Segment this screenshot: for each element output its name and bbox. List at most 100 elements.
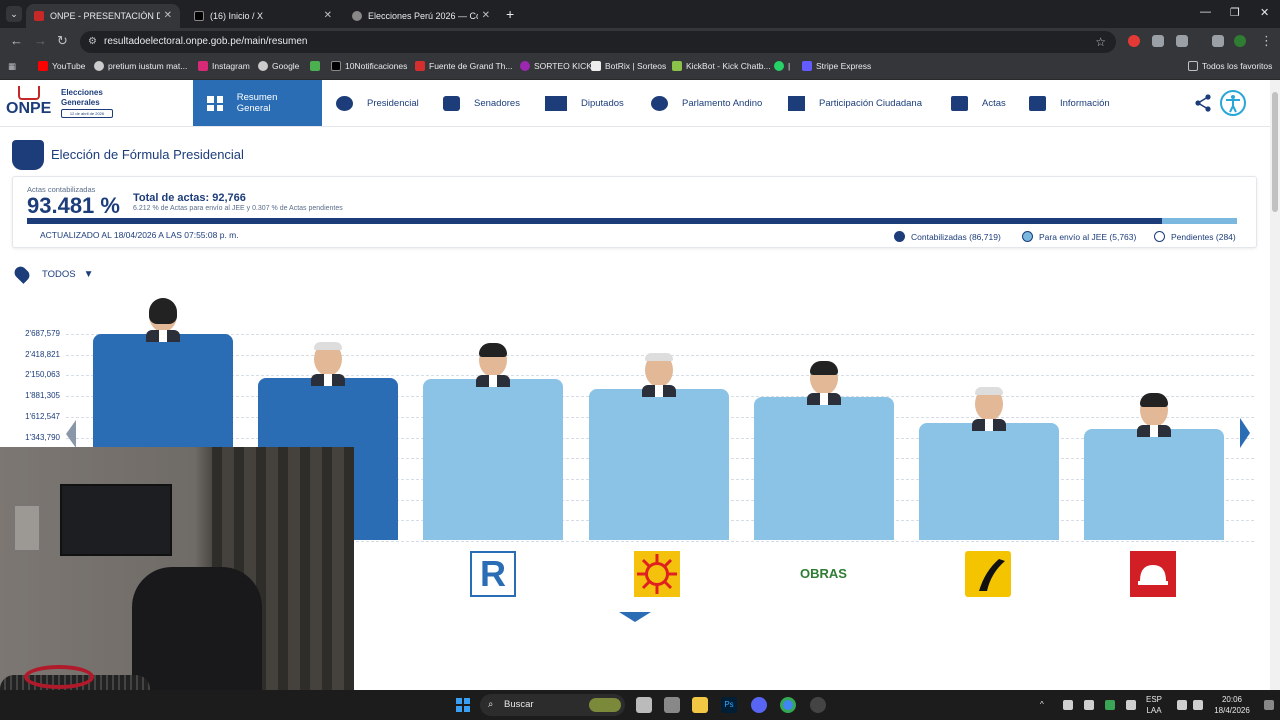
candidate-bar[interactable] bbox=[753, 397, 894, 540]
photoshop-icon[interactable]: Ps bbox=[721, 697, 737, 713]
bookmark-pretium[interactable]: pretium iustum mat... bbox=[94, 61, 187, 71]
reload-button[interactable]: ↻ bbox=[57, 33, 68, 49]
volume-icon[interactable] bbox=[1193, 700, 1203, 710]
share-icon[interactable] bbox=[1194, 94, 1212, 112]
bookmark-grand-theft[interactable]: Fuente de Grand Th... bbox=[415, 61, 512, 71]
lang-code: ESP bbox=[1146, 695, 1163, 704]
restore-button[interactable]: ❐ bbox=[1230, 6, 1240, 19]
profile-avatar[interactable] bbox=[1234, 35, 1246, 47]
chart-next-arrow[interactable] bbox=[1240, 418, 1250, 448]
clock[interactable]: 20:06 18/4/2026 bbox=[1210, 694, 1254, 716]
taskbar-search[interactable]: ⌕ Buscar bbox=[480, 694, 625, 716]
globe-icon bbox=[651, 95, 668, 111]
candidate-bar[interactable] bbox=[588, 388, 729, 540]
people-icon bbox=[443, 95, 460, 111]
party-logo-sun[interactable] bbox=[634, 551, 680, 597]
bookmark-stripe[interactable]: Stripe Express bbox=[802, 61, 871, 71]
tab-elecciones[interactable]: Elecciones Perú 2026 — Cong ✕ bbox=[344, 4, 498, 28]
globe-favicon bbox=[352, 11, 362, 21]
close-tab-icon[interactable]: ✕ bbox=[324, 10, 332, 21]
nav-label: Diputados bbox=[581, 97, 624, 109]
url-text: resultadoelectoral.onpe.gob.pe/main/resu… bbox=[104, 36, 308, 47]
actas-summary-card: Actas contabilizadas 93.481 % Total de a… bbox=[12, 176, 1257, 248]
tray-icon[interactable] bbox=[1084, 700, 1094, 710]
url-bar[interactable]: ⚙ resultadoelectoral.onpe.gob.pe/main/re… bbox=[80, 31, 1116, 53]
app-icon[interactable] bbox=[810, 697, 826, 713]
all-bookmarks[interactable]: Todos los favoritos bbox=[1188, 61, 1272, 71]
bookmark-star-icon[interactable]: ☆ bbox=[1095, 31, 1106, 53]
tray-icon[interactable] bbox=[1063, 700, 1073, 710]
tab-x[interactable]: (16) Inicio / X ✕ bbox=[186, 4, 340, 28]
candidate-photo bbox=[476, 342, 511, 387]
close-window-button[interactable]: ✕ bbox=[1260, 6, 1269, 19]
accessibility-icon[interactable] bbox=[1220, 90, 1246, 116]
nav-label: Información bbox=[1060, 97, 1110, 109]
file-explorer-icon[interactable] bbox=[692, 697, 708, 713]
nav-label: Presidencial bbox=[367, 97, 419, 109]
tray-icon[interactable] bbox=[1105, 700, 1115, 710]
network-icon[interactable] bbox=[1177, 700, 1187, 710]
microphone-icon[interactable] bbox=[1126, 700, 1136, 710]
bookmark-sorteo-kick[interactable]: SORTEO KICK bbox=[520, 61, 592, 71]
nav-diputados[interactable]: Diputados bbox=[545, 80, 624, 126]
party-logo-obras[interactable]: OBRAS bbox=[800, 551, 847, 597]
nav-informacion[interactable]: Información bbox=[1029, 80, 1110, 126]
apps-icon[interactable]: ▦ bbox=[8, 61, 16, 72]
nav-senadores[interactable]: Senadores bbox=[443, 80, 520, 126]
nav-label: Senadores bbox=[474, 97, 520, 109]
nav-label: Resumen General bbox=[236, 92, 278, 114]
chart-prev-arrow[interactable] bbox=[66, 420, 76, 448]
candidate-bar[interactable] bbox=[1084, 428, 1225, 540]
back-button[interactable]: ← bbox=[10, 33, 23, 48]
bookmark-whatsapp[interactable]: | bbox=[774, 61, 790, 71]
nav-actas[interactable]: Actas bbox=[951, 80, 1006, 126]
forward-button[interactable]: → bbox=[34, 33, 47, 48]
y-tick-label: 1'612,547 bbox=[25, 411, 60, 421]
bookmark-colorful[interactable] bbox=[310, 61, 324, 71]
candidate-bar[interactable] bbox=[423, 378, 564, 540]
close-tab-icon[interactable]: ✕ bbox=[164, 10, 172, 21]
legend-dot bbox=[1022, 231, 1033, 242]
nav-presidencial[interactable]: Presidencial bbox=[336, 80, 419, 126]
chrome-icon[interactable] bbox=[780, 697, 796, 713]
site-header: ONPE Elecciones Generales 12 de abril de… bbox=[0, 80, 1270, 127]
close-tab-icon[interactable]: ✕ bbox=[482, 10, 490, 21]
chevron-up-icon[interactable]: ^ bbox=[1040, 699, 1044, 710]
bookmark-kickbot[interactable]: KickBot - Kick Chatb... bbox=[672, 61, 771, 71]
media-icon[interactable] bbox=[1212, 35, 1224, 47]
scrollbar-thumb[interactable] bbox=[1272, 92, 1278, 212]
extensions-puzzle-icon[interactable] bbox=[1176, 35, 1188, 47]
new-tab-button[interactable]: + bbox=[506, 6, 514, 22]
notification-icon[interactable] bbox=[1264, 700, 1274, 710]
party-logo-r[interactable]: R bbox=[470, 551, 516, 597]
chrome-menu-icon[interactable]: ⋮ bbox=[1260, 33, 1273, 49]
page-scrollbar[interactable] bbox=[1270, 80, 1280, 690]
nav-parlamento-andino[interactable]: Parlamento Andino bbox=[651, 80, 762, 126]
legend-label: Pendientes (284) bbox=[1171, 231, 1236, 242]
app-icon[interactable] bbox=[664, 697, 680, 713]
site-info-icon[interactable]: ⚙ bbox=[88, 31, 97, 53]
nav-resumen-general[interactable]: Resumen General bbox=[193, 80, 322, 126]
party-logo-road[interactable] bbox=[965, 551, 1011, 597]
tab-search-button[interactable]: ⌄ bbox=[6, 6, 22, 22]
legend-dot bbox=[894, 231, 905, 242]
bookmark-google[interactable]: Google bbox=[258, 61, 299, 71]
region-filter[interactable]: TODOS ▼ bbox=[12, 264, 94, 284]
chart-expand-caret[interactable] bbox=[619, 612, 651, 622]
minimize-button[interactable]: — bbox=[1200, 6, 1211, 18]
extension-icon[interactable] bbox=[1152, 35, 1164, 47]
party-logo-helmet[interactable] bbox=[1130, 551, 1176, 597]
tab-onpe[interactable]: ONPE - PRESENTACIÓN DE RES ✕ bbox=[26, 4, 180, 28]
bookmark-botrix[interactable]: BotRix | Sorteos bbox=[591, 61, 666, 71]
page-title: Elección de Fórmula Presidencial bbox=[51, 147, 244, 162]
language-indicator[interactable]: ESP LAA bbox=[1146, 694, 1162, 716]
bookmark-youtube[interactable]: YouTube bbox=[38, 61, 85, 71]
extension-icon[interactable] bbox=[1128, 35, 1140, 47]
bookmark-instagram[interactable]: Instagram bbox=[198, 61, 250, 71]
candidate-bar[interactable] bbox=[919, 423, 1059, 540]
discord-icon[interactable] bbox=[751, 697, 767, 713]
task-view-icon[interactable] bbox=[636, 697, 652, 713]
windows-start-icon[interactable] bbox=[456, 698, 470, 712]
bookmark-notificaciones[interactable]: 10Notificaciones bbox=[331, 61, 407, 71]
nav-participacion[interactable]: Participación Ciudadana bbox=[788, 80, 922, 126]
